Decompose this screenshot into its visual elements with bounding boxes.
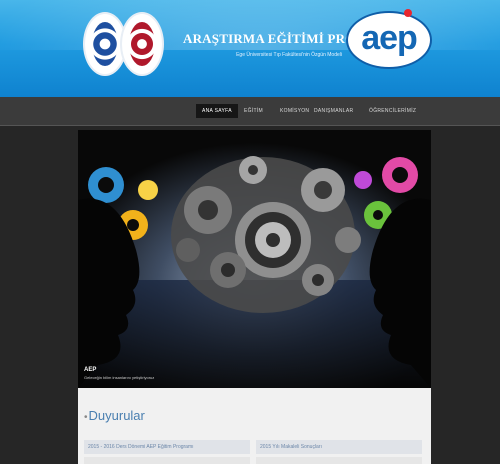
hero-gears-illustration: [78, 130, 431, 388]
bullet-icon: •: [84, 412, 88, 423]
hero-caption-text: Geleceğin bilim insanlarını yetiştiriyor…: [84, 375, 155, 380]
site-subtitle: Ege Üniversitesi Tıp Fakültesi'nin Özgün…: [236, 52, 342, 58]
announcement-row: [84, 457, 250, 464]
site-title: ARAŞTIRMA EĞİTİMİ PROGRAMI: [183, 31, 403, 46]
announcement-link[interactable]: 2015 - 2016 Ders Dönemi AEP Eğitim Progr…: [84, 440, 250, 454]
nav-item-advisors[interactable]: DANIŞMANLAR: [308, 104, 359, 118]
main-nav: ANA SAYFA EĞİTİM KOMİSYON DANIŞMANLAR ÖĞ…: [0, 97, 500, 126]
nav-item-home[interactable]: ANA SAYFA: [196, 104, 238, 118]
site-header: ARAŞTIRMA EĞİTİMİ PROGRAMI Ege Üniversit…: [0, 0, 500, 97]
hero-caption-title: AEP: [84, 367, 97, 373]
logo-dot-icon: [404, 9, 412, 17]
hero-slider[interactable]: AEP Geleceğin bilim insanlarını yetiştir…: [78, 130, 431, 388]
aep-logo-text: aep: [361, 19, 418, 57]
content-panel: AEP Geleceğin bilim insanlarını yetiştir…: [78, 130, 431, 464]
faculty-seal-logo[interactable]: [120, 12, 164, 76]
aep-logo[interactable]: aep: [346, 11, 432, 69]
announcements-heading: •Duyurular: [84, 408, 145, 423]
announcements-title: Duyurular: [88, 408, 145, 423]
nav-item-education[interactable]: EĞİTİM: [238, 104, 269, 118]
nav-item-students[interactable]: ÖĞRENCİLERİMİZ: [363, 104, 422, 118]
announcement-row: [256, 457, 422, 464]
announcement-link[interactable]: 2015 Yılı Makaleli Sonuçları: [256, 440, 422, 454]
